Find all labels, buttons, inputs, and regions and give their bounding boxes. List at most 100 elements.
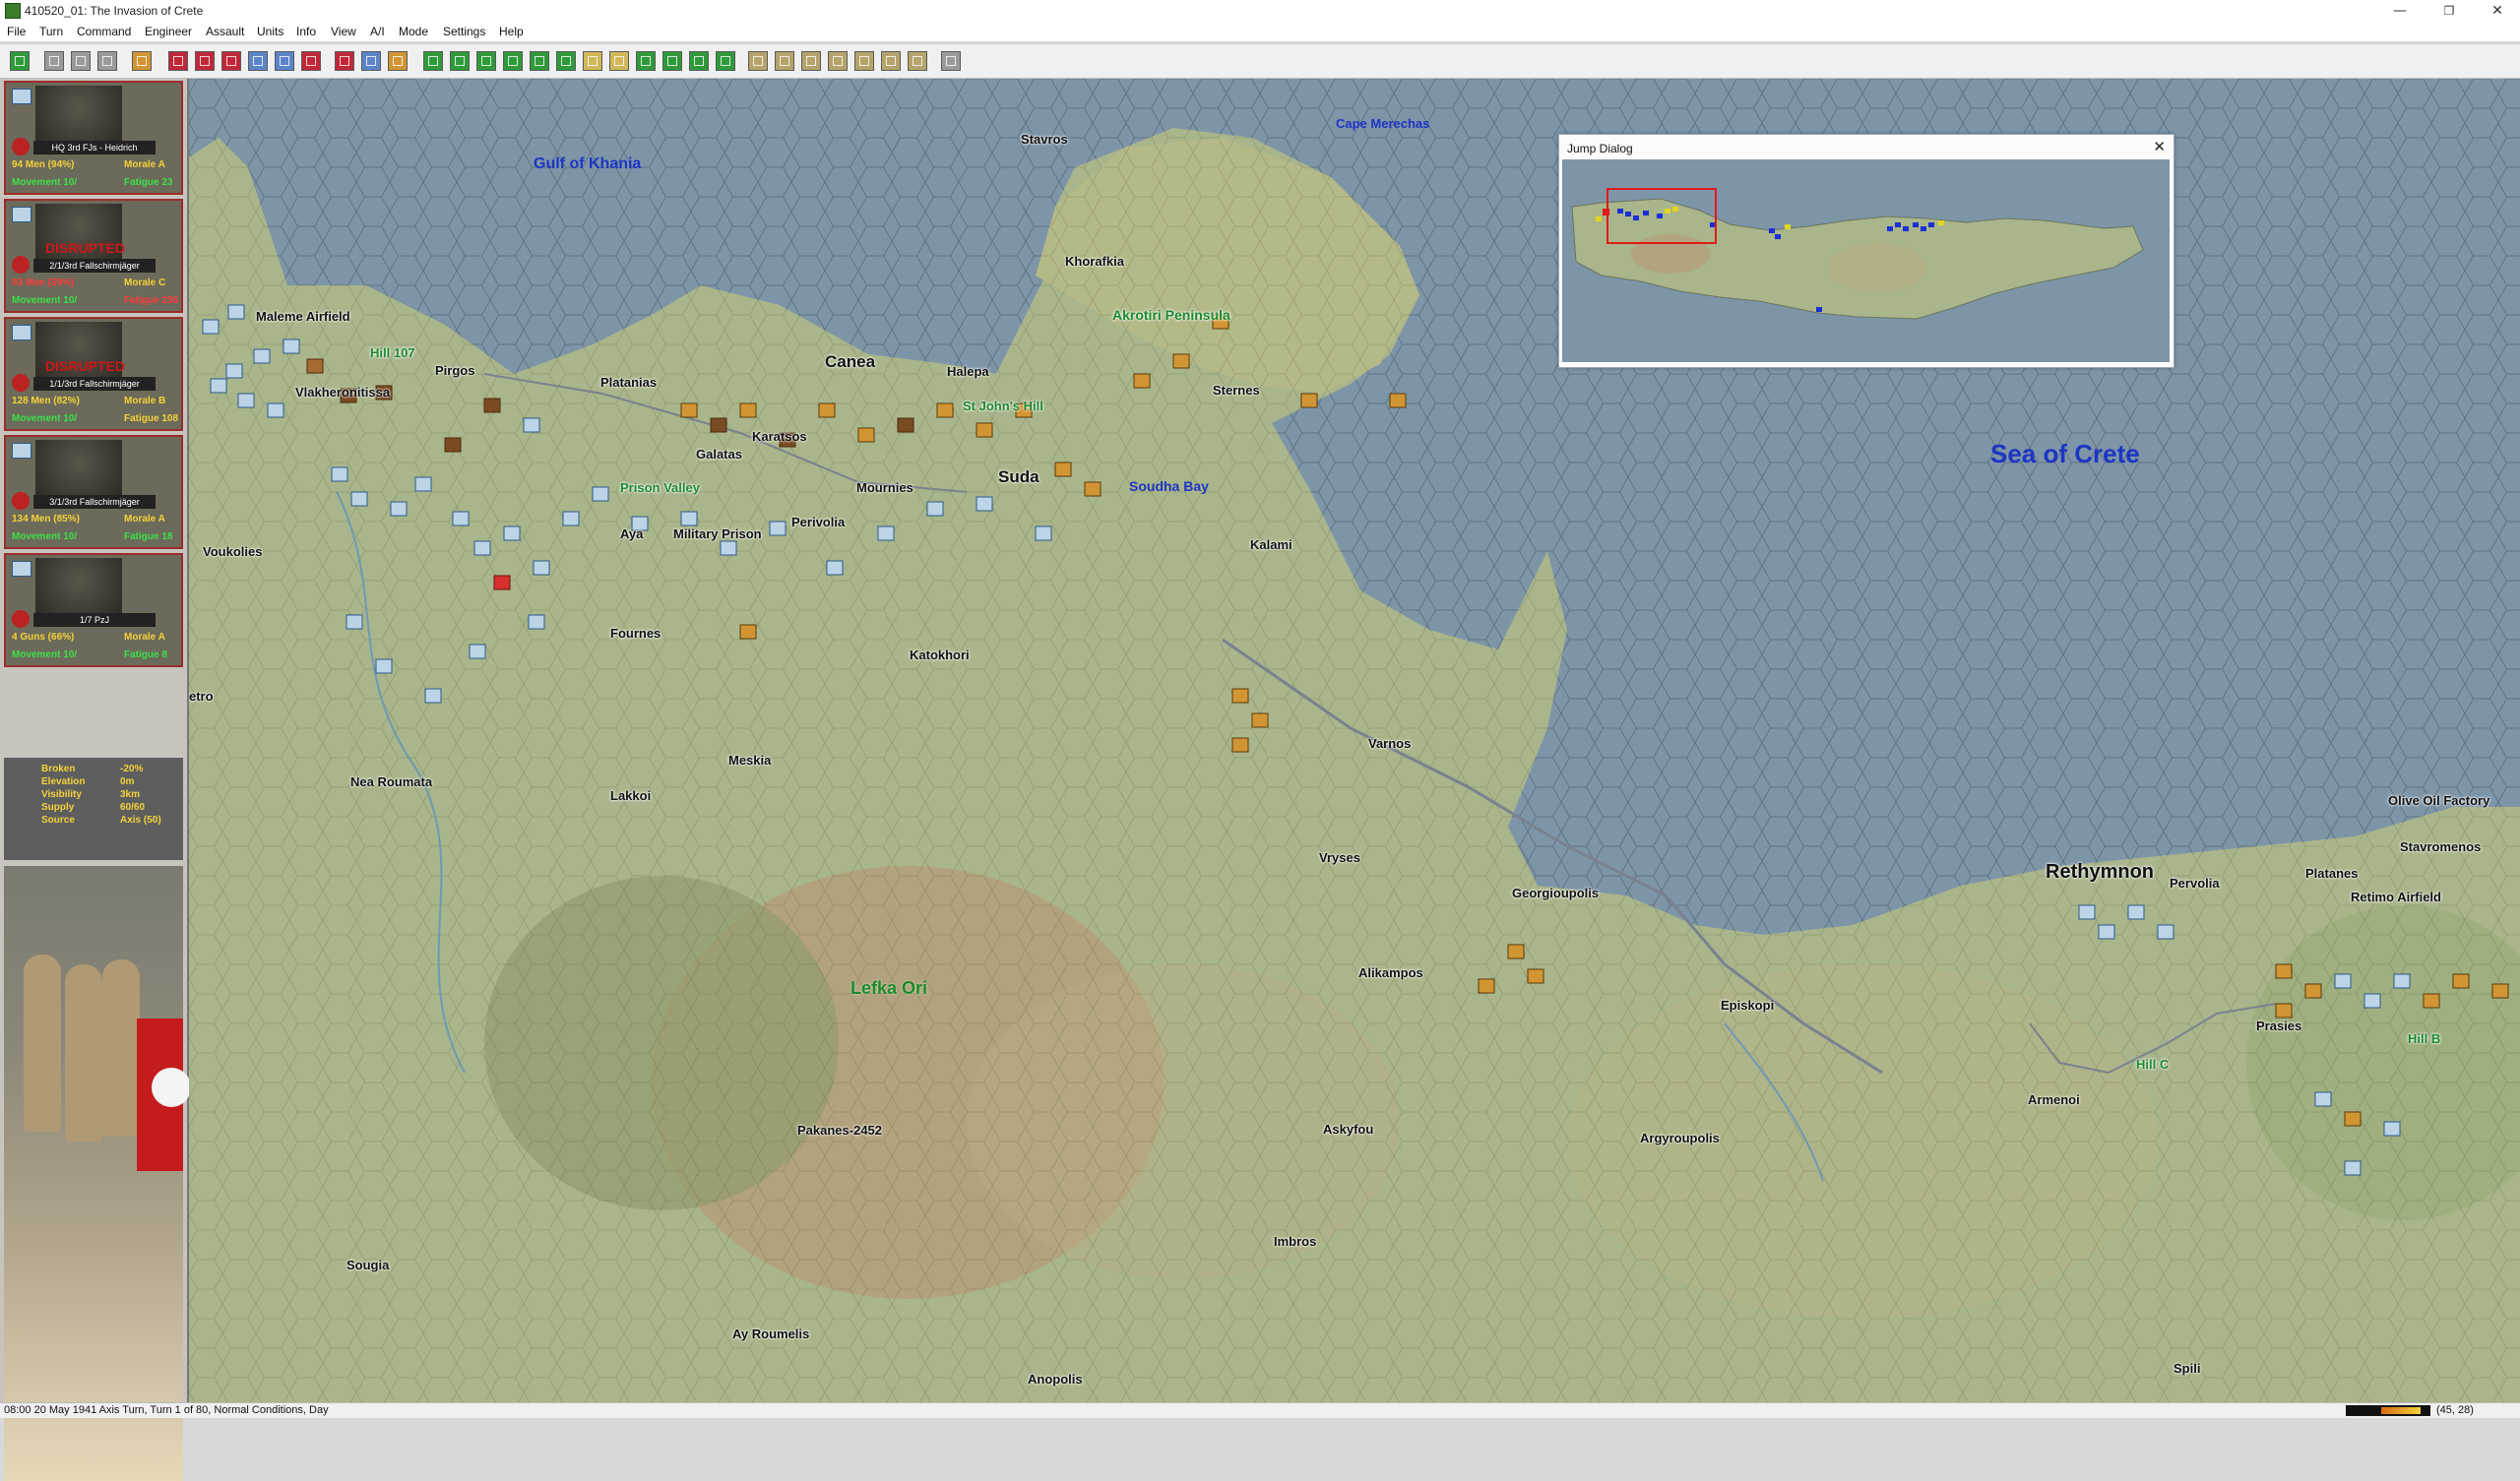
map-label: Rethymnon [2046,861,2154,883]
unit-name: 3/1/3rd Fallschirmjäger [33,495,156,509]
unit-card[interactable]: 1/7 PzJ 4 Guns (66%) Morale A Movement 1… [4,553,183,667]
unit-fatigue: Fatigue 8 [124,649,167,660]
toolbar-button-31[interactable] [854,51,874,71]
toolbar-button-28[interactable] [775,51,794,71]
unit-type-icon [12,325,32,340]
unit-type-icon [12,207,32,222]
zoom-out-button[interactable] [450,51,470,71]
toolbar-button-30[interactable] [828,51,848,71]
toolbar-button-21[interactable] [583,51,602,71]
toolbar-button-25[interactable] [689,51,709,71]
maximize-button[interactable]: ❐ [2426,0,2472,22]
menu-file[interactable]: File [7,25,26,38]
axis-flag-icon [12,492,30,510]
toolbar-button-12[interactable] [335,51,354,71]
unit-portrait [35,86,122,143]
map-label: Canea [825,352,876,371]
unit-type-icon [12,443,32,459]
close-button[interactable]: ✕ [2475,0,2520,22]
menu-ai[interactable]: A/I [370,25,385,38]
unit-morale: Morale C [124,278,166,288]
map-label: Kalami [1250,537,1292,552]
toolbar-button-29[interactable] [801,51,821,71]
map-label: Spili [2174,1361,2201,1376]
unit-morale: Morale A [124,632,165,643]
toolbar-button-32[interactable] [881,51,901,71]
toolbar-button-10[interactable] [275,51,294,71]
toolbar-button-34[interactable] [941,51,961,71]
menu-help[interactable]: Help [499,25,524,38]
terrain-value: Axis (50) [120,815,161,826]
menu-assault[interactable]: Assault [206,25,244,38]
unit-card[interactable]: DISRUPTED 2/1/3rd Fallschirmjäger 93 Men… [4,199,183,313]
toolbar-button-6[interactable] [168,51,188,71]
photo-figure [24,955,61,1132]
toolbar-button-17[interactable] [476,51,496,71]
toolbar-button-26[interactable] [716,51,735,71]
unit-card[interactable]: DISRUPTED 1/1/3rd Fallschirmjäger 128 Me… [4,317,183,431]
menu-view[interactable]: View [331,25,356,38]
jump-dialog-close-button[interactable]: ✕ [2153,138,2166,155]
menu-settings[interactable]: Settings [443,25,485,38]
map-label: Katokhori [910,648,970,662]
toolbar-button-33[interactable] [908,51,927,71]
map-label: Sternes [1213,383,1260,398]
map-label: Argyroupolis [1640,1131,1720,1145]
unit-movement: Movement 10/ [12,413,78,424]
unit-card[interactable]: 3/1/3rd Fallschirmjäger 134 Men (85%) Mo… [4,435,183,549]
unit-men: 134 Men (85%) [12,514,80,525]
map-label: Pervolia [2170,876,2220,891]
menu-units[interactable]: Units [257,25,284,38]
map-label: Retimo Airfield [2351,890,2441,904]
map-label: Vlakheronitissa [295,385,391,400]
toolbar-button-22[interactable] [609,51,629,71]
terrain-label: Supply [41,802,75,813]
zoom-in-button[interactable] [423,51,443,71]
jump-dialog[interactable]: Jump Dialog ✕ [1558,134,2174,368]
toolbar-button-11[interactable] [301,51,321,71]
unit-fatigue: Fatigue 236 [124,295,179,306]
menu-mode[interactable]: Mode [399,25,428,38]
toolbar-button-9[interactable] [248,51,268,71]
toolbar-button-27[interactable] [748,51,768,71]
toolbar-button-1[interactable] [10,51,30,71]
menu-turn[interactable]: Turn [39,25,63,38]
minimap[interactable] [1562,159,2170,362]
toolbar-button-2[interactable] [44,51,64,71]
axis-flag-icon [12,138,30,155]
menu-engineer[interactable]: Engineer [145,25,192,38]
terrain-label: Source [41,815,75,826]
toolbar-button-14[interactable] [388,51,408,71]
toolbar-button-24[interactable] [662,51,682,71]
map-label: Perivolia [791,515,846,529]
map-label: Gulf of Khania [534,155,642,172]
toolbar-button-18[interactable] [503,51,523,71]
toolbar-button-8[interactable] [221,51,241,71]
menu-command[interactable]: Command [77,25,131,38]
status-bar: 08:00 20 May 1941 Axis Turn, Turn 1 of 8… [0,1402,2520,1418]
window-title: 410520_01: The Invasion of Crete [25,4,204,18]
map-label: Halepa [947,364,989,379]
map-label: Voukolies [203,544,263,559]
map-label: Military Prison [673,526,762,541]
toolbar-button-5[interactable] [132,51,152,71]
unit-card[interactable]: HQ 3rd FJs - Heidrich 94 Men (94%) Moral… [4,81,183,195]
jump-dialog-title: Jump Dialog [1567,142,1633,155]
map-label: Prasies [2256,1018,2302,1033]
toolbar-button-7[interactable] [195,51,215,71]
menu-info[interactable]: Info [296,25,316,38]
map-label: Meskia [728,753,772,768]
toolbar-button-19[interactable] [530,51,549,71]
toolbar-button-13[interactable] [361,51,381,71]
toolbar-button-3[interactable] [71,51,91,71]
minimize-button[interactable]: — [2377,0,2423,22]
toolbar-button-4[interactable] [97,51,117,71]
terrain-label: Broken [41,764,76,774]
map-label: Stavros [1021,132,1068,147]
map-label: Mournies [856,480,914,495]
unit-movement: Movement 10/ [12,177,78,188]
map-label: Fournes [610,626,662,641]
toolbar-button-20[interactable] [556,51,576,71]
toolbar-button-23[interactable] [636,51,656,71]
minimap-drawing [1562,159,2170,362]
